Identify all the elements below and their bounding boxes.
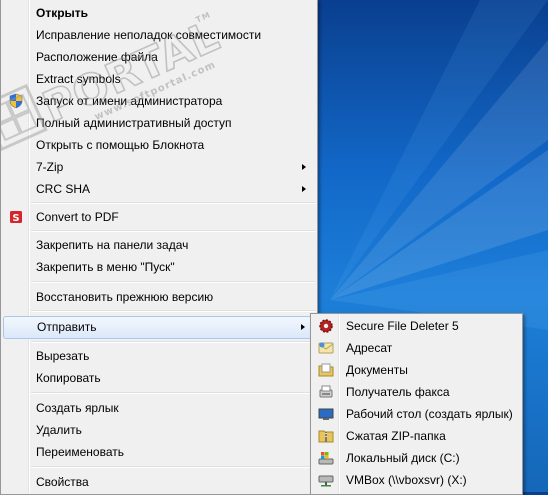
menu-item-label: Переименовать	[36, 445, 124, 459]
menu-item-label: Открыть с помощью Блокнота	[36, 138, 205, 152]
network-drive-icon	[318, 475, 334, 487]
menu-item-properties[interactable]: Свойства	[3, 471, 315, 493]
submenu-arrow-icon	[301, 324, 305, 330]
menu-item-label: 7-Zip	[36, 160, 64, 174]
local-disk-icon	[318, 452, 334, 465]
menu-separator	[31, 202, 315, 204]
documents-library-icon	[318, 363, 334, 377]
submenu-arrow-icon	[302, 186, 306, 192]
menu-item-label: Закрепить в меню "Пуск"	[36, 260, 175, 274]
menu-item-label: Расположение файла	[36, 50, 158, 64]
menu-separator	[31, 230, 315, 232]
menu-item-label: Получатель факса	[346, 385, 450, 399]
menu-item-label: Локальный диск (C:)	[346, 451, 460, 465]
send-to-desktop-shortcut[interactable]: Рабочий стол (создать ярлык)	[313, 403, 520, 425]
send-to-submenu: Secure File Deleter 5 Адресат Документы …	[310, 313, 523, 495]
menu-item-run-as-admin[interactable]: Запуск от имени администратора	[3, 90, 315, 112]
menu-item-label: Исправление неполадок совместимости	[36, 28, 262, 42]
menu-separator	[31, 341, 315, 343]
menu-item-label: Extract symbols	[36, 72, 121, 86]
menu-item-open[interactable]: Открыть	[3, 2, 315, 24]
menu-item-label: Восстановить прежнюю версию	[36, 290, 214, 304]
menu-item-label: Адресат	[346, 341, 393, 355]
menu-item-copy[interactable]: Копировать	[3, 367, 315, 389]
context-menu: Открыть Исправление неполадок совместимо…	[0, 0, 318, 495]
menu-item-label: Полный административный доступ	[36, 116, 232, 130]
menu-item-full-admin-access[interactable]: Полный административный доступ	[3, 112, 315, 134]
submenu-arrow-icon	[302, 164, 306, 170]
menu-item-cut[interactable]: Вырезать	[3, 345, 315, 367]
send-to-fax-recipient[interactable]: Получатель факса	[313, 381, 520, 403]
menu-item-label: Документы	[346, 363, 408, 377]
menu-item-crc-sha[interactable]: CRC SHA	[3, 178, 315, 200]
menu-separator	[31, 392, 315, 394]
menu-item-label: VMBox (\\vboxsvr) (X:)	[346, 473, 467, 487]
menu-item-pin-start[interactable]: Закрепить в меню "Пуск"	[3, 256, 315, 278]
menu-item-convert-to-pdf[interactable]: S Convert to PDF	[3, 206, 315, 228]
menu-item-label: Сжатая ZIP-папка	[346, 429, 446, 443]
send-to-mail-recipient[interactable]: Адресат	[313, 337, 520, 359]
gear-icon	[319, 319, 333, 333]
menu-item-create-shortcut[interactable]: Создать ярлык	[3, 397, 315, 419]
send-to-local-disk[interactable]: Локальный диск (C:)	[313, 447, 520, 469]
svg-text:S: S	[12, 213, 19, 224]
menu-item-restore-previous[interactable]: Восстановить прежнюю версию	[3, 286, 315, 308]
menu-item-label: Открыть	[36, 6, 89, 20]
menu-item-label: Secure File Deleter 5	[346, 319, 459, 333]
menu-item-pin-taskbar[interactable]: Закрепить на панели задач	[3, 234, 315, 256]
uac-shield-icon	[9, 93, 23, 109]
menu-separator	[31, 466, 315, 468]
menu-item-label: Отправить	[37, 320, 97, 334]
menu-item-open-with-notepad[interactable]: Открыть с помощью Блокнота	[3, 134, 315, 156]
menu-item-delete[interactable]: Удалить	[3, 419, 315, 441]
menu-item-label: Копировать	[36, 371, 101, 385]
menu-item-file-location[interactable]: Расположение файла	[3, 46, 315, 68]
menu-item-label: Удалить	[36, 423, 82, 437]
send-to-vmbox-network-drive[interactable]: VMBox (\\vboxsvr) (X:)	[313, 469, 520, 491]
send-to-zip-folder[interactable]: Сжатая ZIP-папка	[313, 425, 520, 447]
zip-folder-icon	[318, 430, 334, 443]
menu-item-label: Вырезать	[36, 349, 90, 363]
menu-item-send-to[interactable]: Отправить	[3, 316, 315, 339]
menu-item-label: Свойства	[36, 475, 89, 489]
menu-separator	[31, 310, 315, 312]
menu-item-label: CRC SHA	[36, 182, 91, 196]
menu-item-label: Convert to PDF	[36, 210, 119, 224]
menu-item-label: Рабочий стол (создать ярлык)	[346, 407, 513, 421]
menu-item-rename[interactable]: Переименовать	[3, 441, 315, 463]
menu-item-compat-troubleshoot[interactable]: Исправление неполадок совместимости	[3, 24, 315, 46]
mail-recipient-icon	[318, 342, 334, 354]
pdf-convert-icon: S	[10, 211, 22, 224]
menu-item-7zip[interactable]: 7-Zip	[3, 156, 315, 178]
desktop-icon	[318, 408, 334, 420]
menu-item-label: Создать ярлык	[36, 401, 119, 415]
send-to-secure-file-deleter[interactable]: Secure File Deleter 5	[313, 315, 520, 337]
menu-item-extract-symbols[interactable]: Extract symbols	[3, 68, 315, 90]
menu-separator	[31, 281, 315, 283]
send-to-documents[interactable]: Документы	[313, 359, 520, 381]
menu-item-label: Запуск от имени администратора	[36, 94, 223, 108]
menu-item-label: Закрепить на панели задач	[36, 238, 189, 252]
fax-icon	[319, 385, 333, 398]
